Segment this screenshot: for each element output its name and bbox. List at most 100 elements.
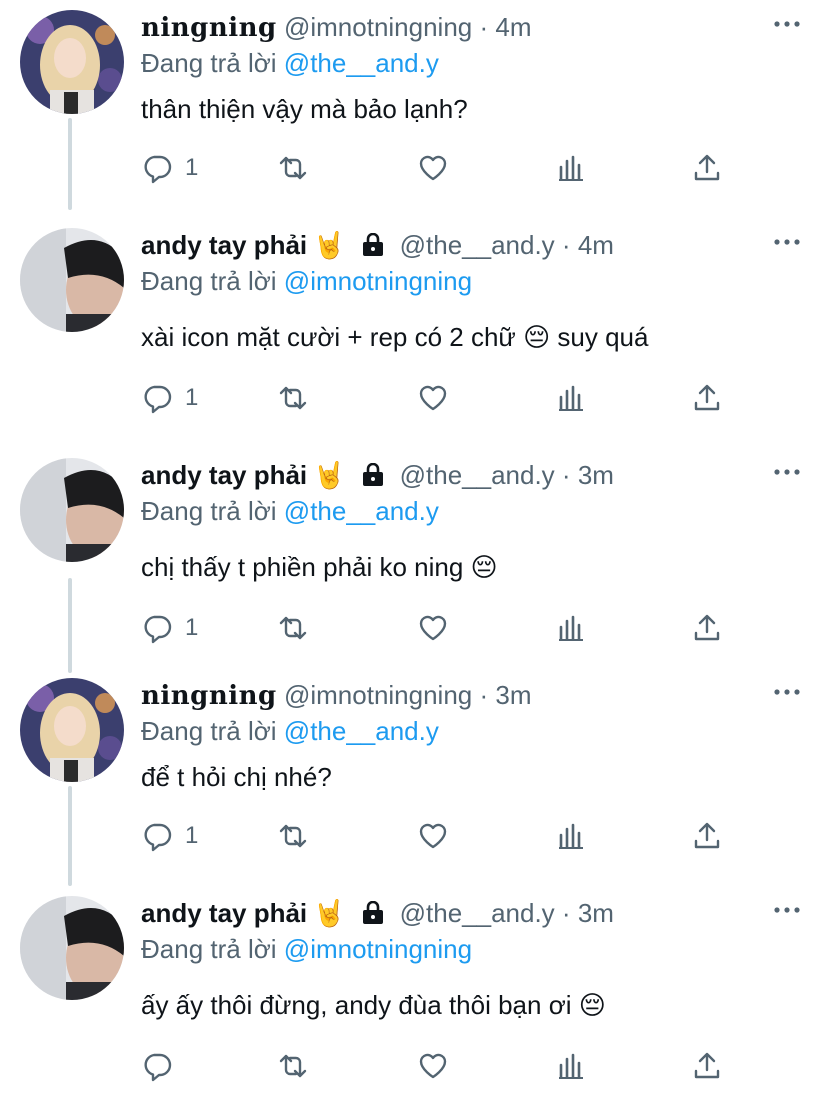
reply-icon [144,823,172,852]
lock-icon [363,463,384,486]
tweet-text: ấy ấy thôi đừng, andy đùa thôi bạn ơi 😔 [141,990,606,1020]
display-name[interactable]: ningning [141,681,277,711]
retweet-icon [279,386,307,410]
timestamp[interactable]: 3m [578,898,614,928]
share-button[interactable] [691,608,723,648]
heart-icon [419,615,447,641]
tweet[interactable]: andy tay phải 🤘 @the__and.y · 3m Đang trả… [0,886,828,1100]
user-handle[interactable]: @the__and.y [400,230,555,260]
mention-link[interactable]: @imnotningning [284,266,472,296]
retweet-icon [279,616,307,640]
replying-to-label: Đang trả lời [141,496,277,526]
reply-button[interactable]: 1 [141,148,198,188]
like-button[interactable] [417,608,449,648]
replying-to: Đang trả lời @the__and.y [141,46,439,80]
more-icon[interactable] [772,900,802,920]
retweet-button[interactable] [277,608,309,648]
tweet-header: andy tay phải 🤘 @the__and.y · 3m [141,458,768,492]
user-handle[interactable]: @imnotningning [284,12,472,42]
separator-dot: · [479,680,489,710]
display-name[interactable]: ningning [141,13,277,43]
tweet[interactable]: andy tay phải 🤘 @the__and.y · 4m Đang trả… [0,218,828,443]
display-name[interactable]: andy tay phải [141,230,307,260]
timestamp[interactable]: 3m [495,680,531,710]
views-button[interactable] [555,378,587,418]
action-bar: 1 [141,378,741,418]
reply-icon [144,385,172,414]
separator-dot: · [561,898,571,928]
mention-link[interactable]: @the__and.y [284,496,439,526]
views-icon [559,385,583,411]
retweet-button[interactable] [277,378,309,418]
more-icon[interactable] [772,232,802,252]
action-bar: 1 [141,608,741,648]
share-icon [694,822,720,849]
retweet-button[interactable] [277,1046,309,1086]
more-icon[interactable] [772,682,802,702]
tweet-header: ningning @imnotningning · 3m [141,678,768,712]
reply-icon [144,155,172,184]
replying-to: Đang trả lời @imnotningning [141,264,472,298]
share-button[interactable] [691,148,723,188]
mention-link[interactable]: @the__and.y [284,716,439,746]
name-emoji: 🤘 [313,460,346,490]
more-icon[interactable] [772,14,802,34]
avatar-image-ningning [20,678,124,782]
reply-button[interactable]: 1 [141,378,198,418]
share-button[interactable] [691,816,723,856]
retweet-button[interactable] [277,816,309,856]
tweet-header: andy tay phải 🤘 @the__and.y · 4m [141,228,768,262]
reply-button[interactable]: 1 [141,816,198,856]
more-icon[interactable] [772,462,802,482]
reply-icon [144,615,172,644]
timestamp[interactable]: 3m [578,460,614,490]
like-button[interactable] [417,1046,449,1086]
reply-count: 1 [185,384,199,411]
retweet-button[interactable] [277,148,309,188]
user-handle[interactable]: @the__and.y [400,898,555,928]
tweet-text: thân thiện vậy mà bảo lạnh? [141,94,468,124]
reply-button[interactable]: 1 [141,608,198,648]
timestamp[interactable]: 4m [578,230,614,260]
retweet-icon [279,824,307,848]
tweet[interactable]: ningning @imnotningning · 3m Đang trả lờ… [0,668,828,878]
like-button[interactable] [417,148,449,188]
timestamp[interactable]: 4m [495,12,531,42]
tweet[interactable]: ningning @imnotningning · 4m Đang trả lờ… [0,0,828,210]
user-handle[interactable]: @the__and.y [400,460,555,490]
views-icon [559,155,583,181]
lock-icon [363,233,384,256]
share-icon [694,614,720,641]
separator-dot: · [561,460,571,490]
replying-to-label: Đang trả lời [141,266,277,296]
reply-button[interactable] [141,1046,185,1086]
heart-icon [419,385,447,411]
avatar[interactable] [20,678,124,782]
mention-link[interactable]: @imnotningning [284,934,472,964]
avatar[interactable] [20,458,124,562]
share-button[interactable] [691,378,723,418]
like-button[interactable] [417,378,449,418]
mention-link[interactable]: @the__and.y [284,48,439,78]
like-button[interactable] [417,816,449,856]
replying-to: Đang trả lời @the__and.y [141,494,439,528]
user-handle[interactable]: @imnotningning [284,680,472,710]
views-icon [559,1053,583,1079]
avatar[interactable] [20,896,124,1000]
views-button[interactable] [555,148,587,188]
display-name[interactable]: andy tay phải [141,460,307,490]
views-button[interactable] [555,1046,587,1086]
avatar[interactable] [20,228,124,332]
separator-dot: · [479,12,489,42]
tweet[interactable]: andy tay phải 🤘 @the__and.y · 3m Đang trả… [0,448,828,673]
lock-icon [363,901,384,924]
avatar[interactable] [20,10,124,114]
avatar-image-ningning [20,10,124,114]
views-icon [559,823,583,849]
name-emoji: 🤘 [313,230,346,260]
views-button[interactable] [555,816,587,856]
display-name[interactable]: andy tay phải [141,898,307,928]
views-button[interactable] [555,608,587,648]
share-button[interactable] [691,1046,723,1086]
replying-to-label: Đang trả lời [141,716,277,746]
